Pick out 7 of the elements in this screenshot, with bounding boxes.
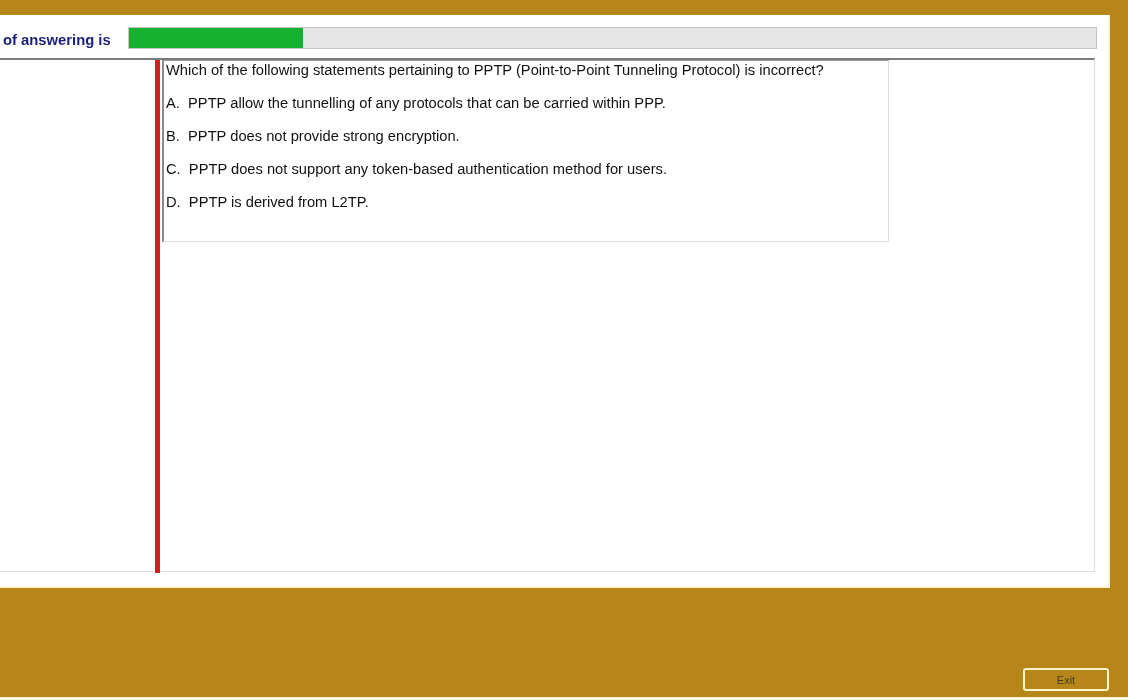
answer-option: B. PPTP does not provide strong encryption. xyxy=(166,127,888,145)
question-text: Which of the following statements pertaining to PPTP (Point-to-Point Tunneling Protocol) is incorrect? xyxy=(166,61,825,79)
progress-label: of answering is xyxy=(3,32,112,48)
answer-option: A. PPTP allow the tunnelling of any protocols that can be carried within PPP. xyxy=(166,94,888,112)
answer-option: D. PPTP is derived from L2TP. xyxy=(166,193,888,211)
exit-button[interactable]: Exit xyxy=(1023,668,1109,691)
answer-option: C. PPTP does not support any token-based authentication method for users. xyxy=(166,160,888,178)
